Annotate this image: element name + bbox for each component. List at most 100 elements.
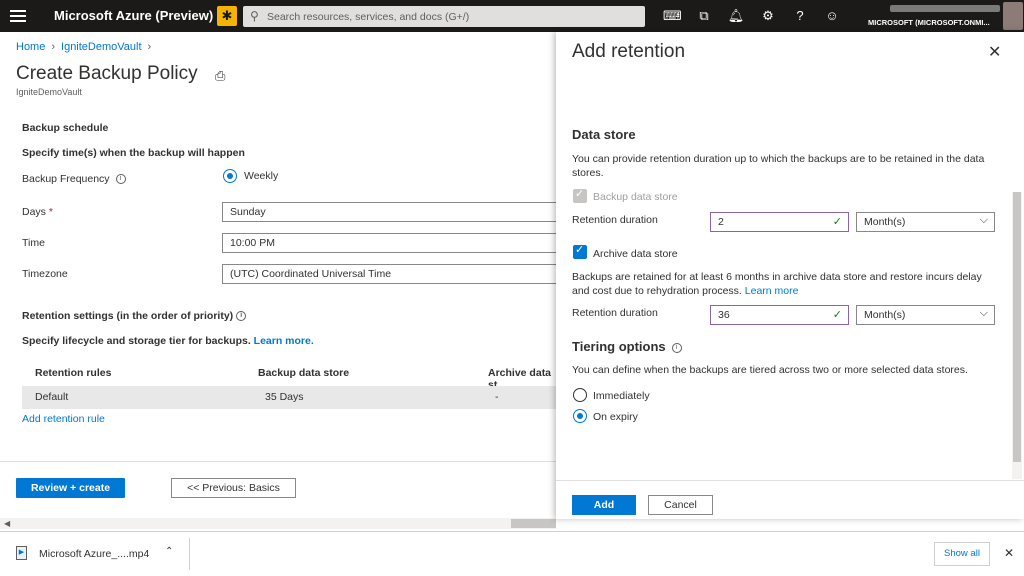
portal-brand[interactable]: Microsoft Azure (Preview) [54, 8, 213, 23]
scrollbar-thumb[interactable] [1013, 192, 1021, 462]
days-label-text: Days [22, 206, 46, 218]
global-search[interactable]: ⚲ [243, 6, 645, 27]
required-asterisk: * [45, 206, 53, 218]
archive-retention-duration-label: Retention duration [572, 307, 658, 319]
settings-gear-icon[interactable]: ⚙ [759, 7, 777, 25]
tiering-on-expiry-label: On expiry [593, 411, 638, 423]
archive-description: Backups are retained for at least 6 mont… [572, 270, 992, 298]
avatar[interactable] [1003, 2, 1023, 30]
info-icon[interactable]: i [236, 311, 247, 322]
days-label: Days * [22, 206, 53, 218]
tiering-on-expiry-radio[interactable] [573, 409, 587, 423]
backup-store-checkbox [573, 187, 587, 203]
info-icon[interactable]: i [671, 342, 682, 353]
breadcrumb-separator-icon: › [147, 41, 152, 53]
video-file-icon: ▶ [16, 546, 27, 560]
backup-frequency-label-text: Backup Frequency [22, 173, 110, 185]
valid-check-icon: ✓ [832, 216, 842, 228]
add-button[interactable]: Add [572, 495, 636, 515]
backup-frequency-label: Backup Frequency i [22, 173, 126, 185]
table-row[interactable]: Default 35 Days - [22, 386, 556, 409]
close-icon[interactable]: ✕ [1004, 546, 1014, 560]
backup-duration-value: 2 [718, 216, 724, 228]
archive-store-checkbox[interactable] [573, 243, 587, 259]
add-retention-rule-link[interactable]: Add retention rule [22, 413, 105, 425]
review-create-button[interactable]: Review + create [16, 478, 125, 498]
backup-store-cell: 35 Days [265, 391, 304, 403]
timezone-select[interactable]: (UTC) Coordinated Universal Time [222, 264, 556, 284]
downloads-separator [189, 538, 190, 570]
main-content: Home › IgniteDemoVault › Create Backup Poli… [0, 32, 556, 529]
panel-title: Add retention [572, 41, 686, 62]
cloud-shell-icon[interactable]: ⌨ [663, 7, 682, 25]
footer-divider [0, 461, 556, 462]
info-icon[interactable]: i [115, 174, 126, 185]
tiering-description: You can define when the backups are tier… [572, 364, 968, 376]
data-store-heading: Data store [572, 127, 636, 142]
notifications-icon[interactable]: 🔔︎ [727, 7, 745, 25]
download-file-name[interactable]: Microsoft Azure_....mp4 [39, 548, 149, 560]
cancel-button[interactable]: Cancel [648, 495, 713, 515]
column-header-backup-store: Backup data store [258, 367, 350, 379]
rule-name-cell: Default [35, 391, 69, 403]
chevron-down-icon: ⌵ [979, 214, 988, 226]
archive-store-label: Archive data store [593, 248, 678, 260]
feedback-smiley-icon[interactable]: ☺ [823, 7, 841, 25]
frequency-weekly-label: Weekly [244, 170, 279, 182]
top-bar: Microsoft Azure (Preview) ✱ ⚲ ⌨ ⧉ 🔔︎ ⚙ ?… [0, 0, 1024, 32]
valid-check-icon: ✓ [832, 309, 842, 321]
time-select[interactable]: 10:00 PM [222, 233, 556, 253]
print-icon[interactable]: ⎙ [215, 68, 225, 84]
page-title: Create Backup Policy [16, 63, 198, 84]
backup-unit-select[interactable]: Month(s) ⌵ [856, 212, 995, 232]
breadcrumb-home[interactable]: Home [16, 41, 45, 53]
retention-settings-heading: Retention settings (in the order of prio… [22, 310, 247, 322]
show-all-button[interactable]: Show all [934, 542, 990, 566]
tiering-immediately-radio[interactable] [573, 388, 587, 402]
archive-duration-value: 36 [718, 309, 730, 321]
archive-learn-more-link[interactable]: Learn more [745, 285, 799, 297]
backup-store-label: Backup data store [593, 191, 678, 203]
chevron-down-icon: ⌵ [979, 307, 988, 319]
close-icon[interactable]: ✕ [988, 42, 1001, 62]
search-icon: ⚲ [250, 9, 259, 23]
account-directory[interactable]: MICROSOFT (MICROSOFT.ONMI... [868, 18, 990, 27]
chevron-up-icon[interactable]: ⌃ [165, 546, 173, 557]
archive-unit-value: Month(s) [864, 309, 906, 321]
breadcrumb-vault[interactable]: IgniteDemoVault [61, 41, 142, 53]
archive-duration-input[interactable]: 36 ✓ [710, 305, 849, 325]
scrollbar-thumb[interactable] [511, 519, 556, 528]
directory-filter-icon[interactable]: ⧉ [695, 7, 713, 25]
user-email-redacted[interactable] [890, 5, 1000, 12]
learn-more-link[interactable]: Learn more. [254, 335, 314, 347]
timezone-label: Timezone [22, 268, 68, 280]
archive-unit-select[interactable]: Month(s) ⌵ [856, 305, 995, 325]
search-input[interactable] [267, 7, 637, 26]
scroll-left-arrow-icon[interactable]: ◀ [4, 519, 10, 528]
time-label: Time [22, 237, 45, 249]
retention-duration-label: Retention duration [572, 214, 658, 226]
help-icon[interactable]: ? [791, 7, 809, 25]
menu-icon[interactable] [10, 8, 26, 24]
panel-footer-divider [556, 480, 1024, 481]
retention-table-header: Retention rules Backup data store Archiv… [22, 362, 556, 391]
breadcrumb-separator-icon: › [51, 41, 56, 53]
column-header-retention-rules: Retention rules [35, 367, 112, 379]
archive-store-cell: - [495, 391, 499, 403]
panel-vertical-scrollbar[interactable] [1012, 192, 1022, 479]
tiering-immediately-label: Immediately [593, 390, 650, 402]
days-select[interactable]: Sunday [222, 202, 556, 222]
specify-time-heading: Specify time(s) when the backup will hap… [22, 147, 245, 159]
breadcrumb: Home › IgniteDemoVault › [16, 41, 157, 53]
frequency-weekly-radio[interactable] [223, 169, 237, 183]
lifecycle-text: Specify lifecycle and storage tier for b… [22, 335, 314, 347]
previous-basics-button[interactable]: << Previous: Basics [171, 478, 296, 498]
data-store-description: You can provide retention duration up to… [572, 153, 985, 179]
tiering-title-text: Tiering options [572, 339, 666, 354]
add-retention-panel: Add retention ✕ Data store You can provi… [556, 32, 1024, 519]
backup-duration-input[interactable]: 2 ✓ [710, 212, 849, 232]
backup-schedule-heading: Backup schedule [22, 122, 109, 134]
horizontal-scrollbar[interactable]: ◀ [0, 518, 556, 529]
preview-bug-icon[interactable]: ✱ [217, 6, 237, 26]
backup-unit-value: Month(s) [864, 216, 906, 228]
